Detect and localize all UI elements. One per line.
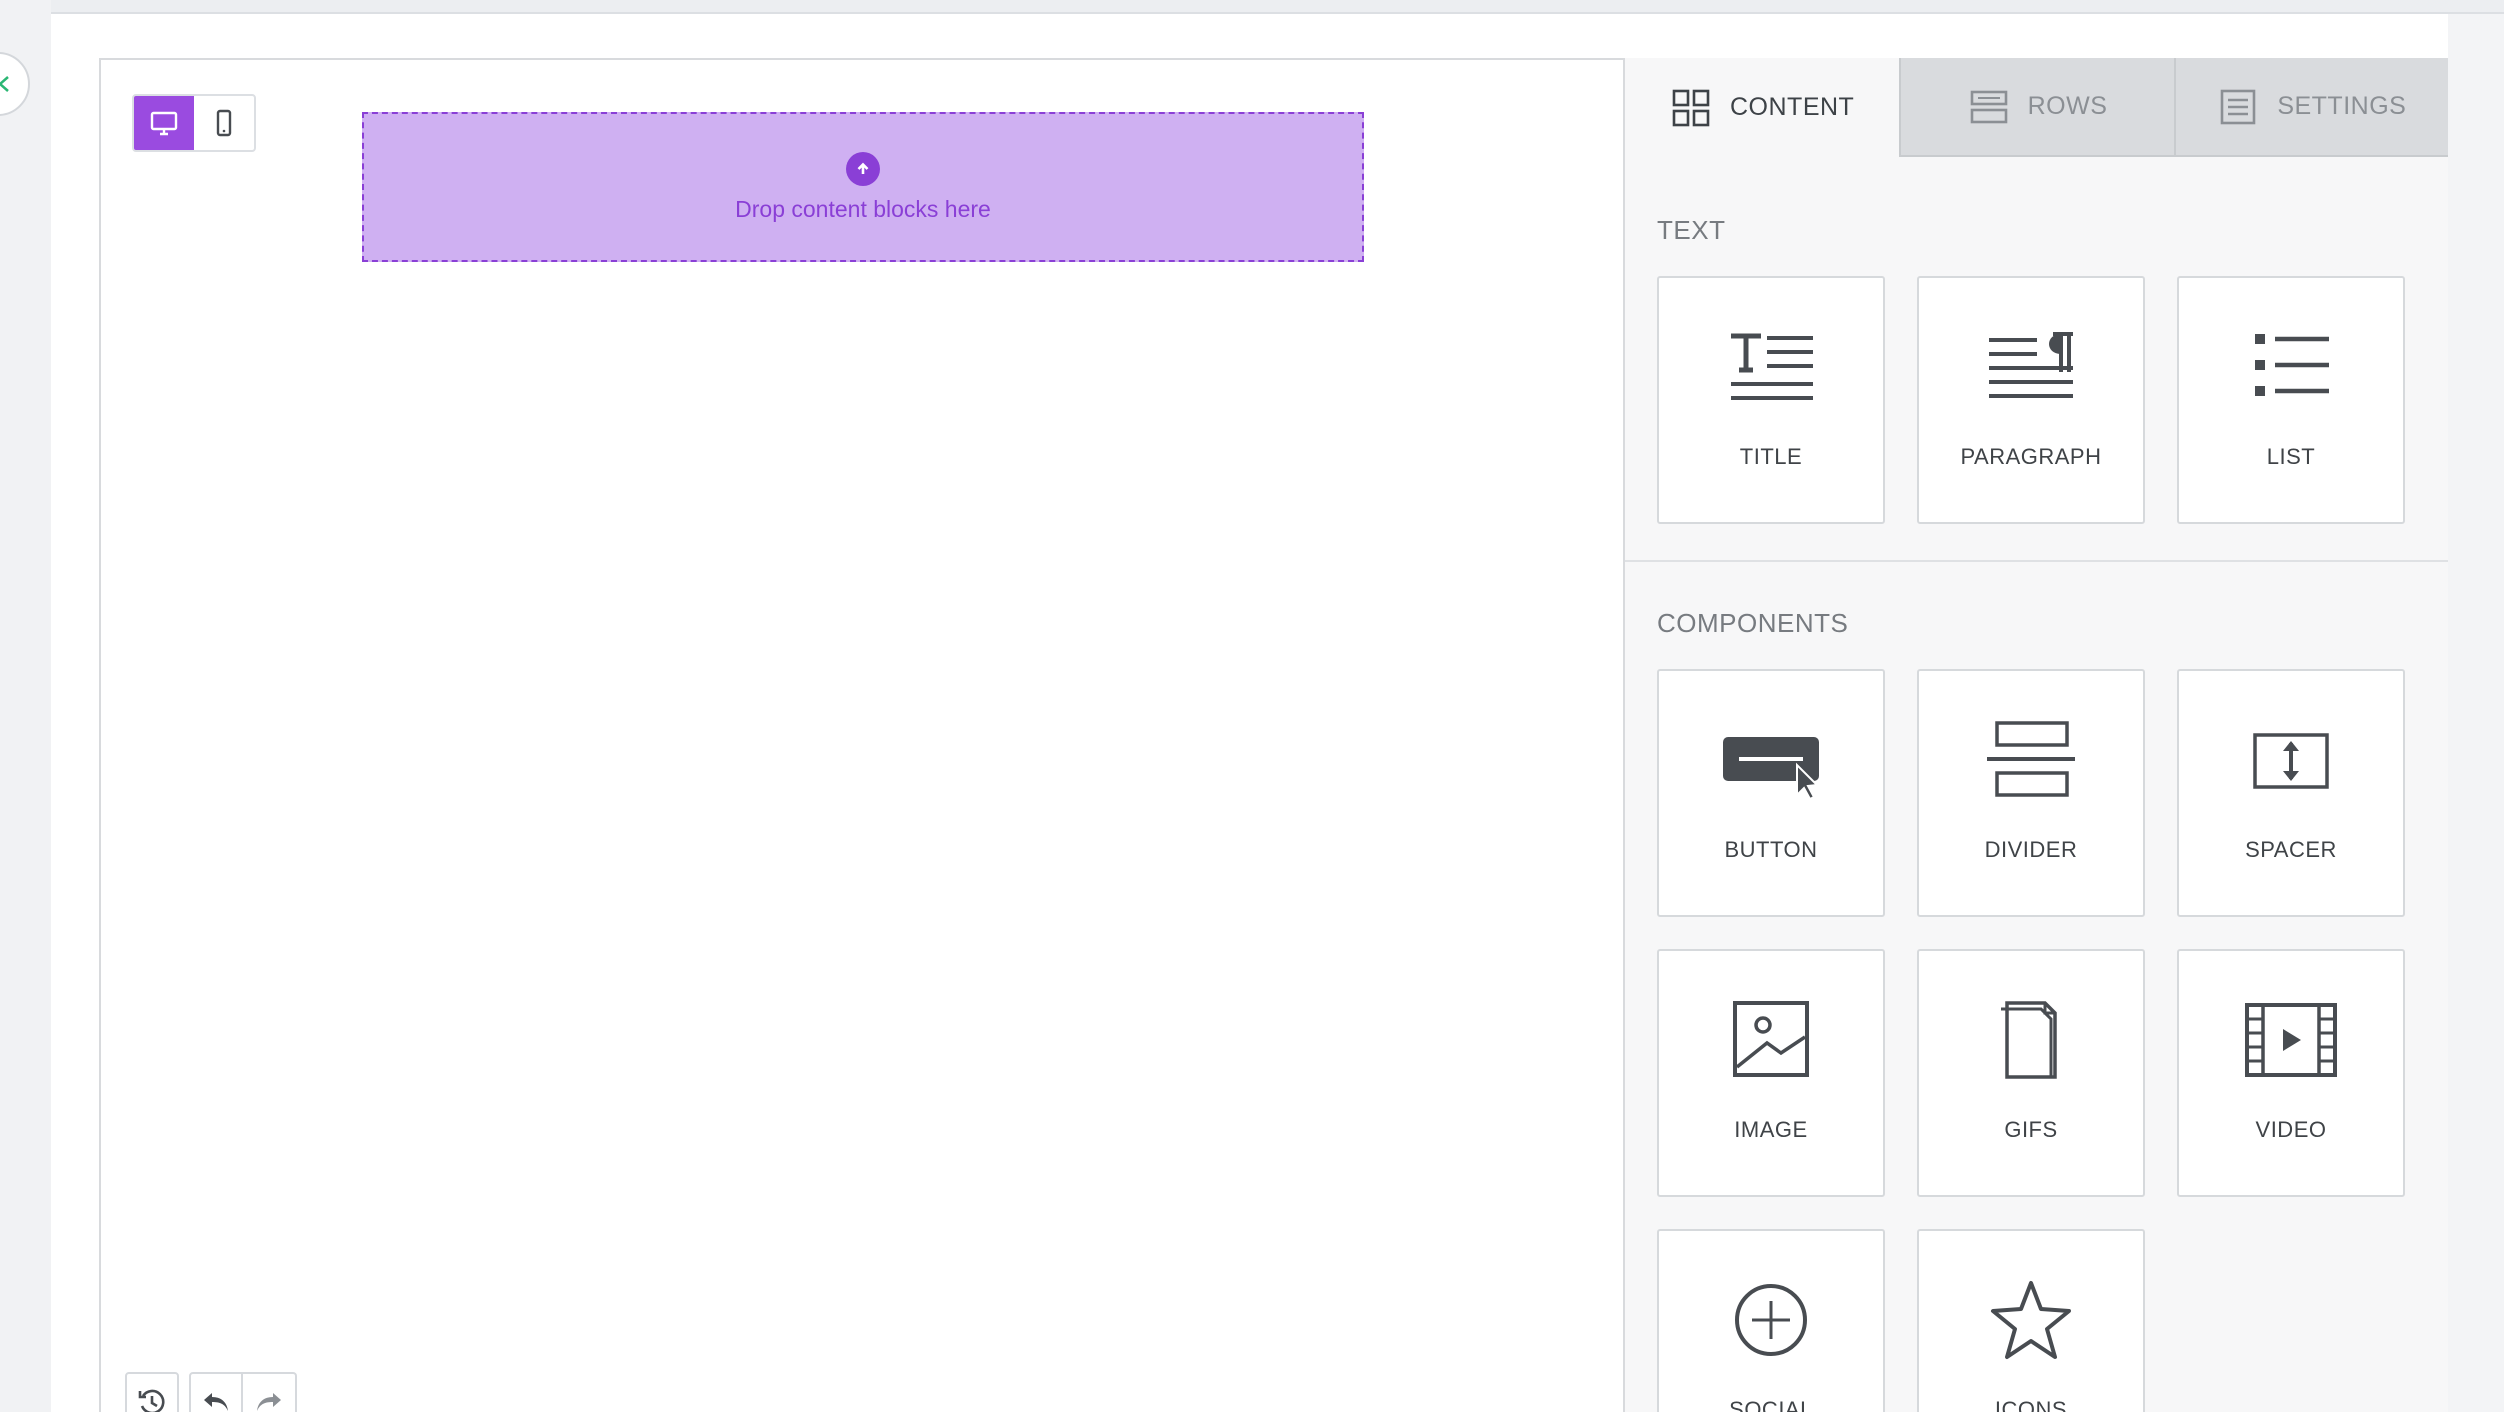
video-block[interactable]: VIDEO <box>2177 949 2405 1197</box>
redo-button[interactable] <box>243 1372 297 1412</box>
undo-redo-group <box>189 1372 297 1412</box>
spacer-block-label: SPACER <box>2245 837 2337 862</box>
components-section: COMPONENTS BUTTON DIVIDER SPACER IMAGE G… <box>1625 608 2448 1412</box>
paragraph-block-label: PARAGRAPH <box>1960 444 2102 469</box>
upload-arrow-icon <box>846 151 880 186</box>
video-block-label: VIDEO <box>2255 1117 2327 1142</box>
sidebar-tabs: CONTENT ROWS SETTINGS <box>1625 58 2448 157</box>
dropzone-text: Drop content blocks here <box>735 195 991 222</box>
title-block-label: TITLE <box>1739 444 1803 469</box>
redo-icon <box>257 1393 281 1411</box>
desktop-icon <box>150 111 178 136</box>
tab-content-label: CONTENT <box>1730 93 1855 121</box>
tab-settings[interactable]: SETTINGS <box>2173 58 2448 157</box>
star-icon <box>1991 1281 2071 1359</box>
button-block-label: BUTTON <box>1724 837 1818 862</box>
email-canvas[interactable]: Drop content blocks here <box>99 58 1624 1412</box>
device-toggle <box>132 94 256 152</box>
history-toolbar <box>125 1372 297 1412</box>
content-sidebar: CONTENT ROWS SETTINGS TEXT TITLE PARAGRA… <box>1623 58 2448 1412</box>
gifs-block[interactable]: GIFS <box>1917 949 2145 1197</box>
image-block[interactable]: IMAGE <box>1657 949 1885 1197</box>
image-block-label: IMAGE <box>1734 1117 1808 1142</box>
text-blocks-grid: TITLE PARAGRAPH LIST <box>1657 276 2416 524</box>
list-block-label: LIST <box>2266 444 2316 469</box>
components-grid: BUTTON DIVIDER SPACER IMAGE GIFS VIDEO S… <box>1657 669 2416 1412</box>
title-block[interactable]: TITLE <box>1657 276 1885 524</box>
tab-content[interactable]: CONTENT <box>1625 58 1900 157</box>
rows-icon <box>1970 90 2007 123</box>
social-block[interactable]: SOCIAL <box>1657 1229 1885 1412</box>
image-icon <box>1733 1001 1809 1077</box>
desktop-view-button[interactable] <box>134 96 194 150</box>
divider-icon <box>1987 721 2075 797</box>
chevron-left-icon <box>0 76 9 92</box>
paragraph-icon <box>1989 332 2073 398</box>
undo-button[interactable] <box>189 1372 243 1412</box>
settings-icon <box>2221 89 2256 124</box>
icons-block-label: ICONS <box>1994 1397 2068 1412</box>
tab-rows[interactable]: ROWS <box>1899 58 2174 157</box>
tab-rows-label: ROWS <box>2027 92 2108 120</box>
gifs-block-label: GIFS <box>2004 1117 2058 1142</box>
spacer-block[interactable]: SPACER <box>2177 669 2405 917</box>
section-divider <box>1625 560 2448 562</box>
history-button[interactable] <box>125 1372 179 1412</box>
mobile-view-button[interactable] <box>194 96 254 150</box>
text-section: TEXT TITLE PARAGRAPH LIST <box>1625 215 2448 524</box>
title-icon <box>1731 333 1813 400</box>
top-rule <box>0 0 2504 14</box>
components-section-title: COMPONENTS <box>1657 608 1849 638</box>
grid-icon <box>1672 89 1710 126</box>
list-icon <box>2255 334 2329 396</box>
divider-block-label: DIVIDER <box>1984 837 2078 862</box>
spacer-icon <box>2253 733 2329 789</box>
button-block[interactable]: BUTTON <box>1657 669 1885 917</box>
gifs-icon <box>2001 1001 2057 1079</box>
mobile-icon <box>216 109 232 137</box>
social-icon <box>1735 1284 1807 1356</box>
left-gutter <box>0 0 51 1412</box>
undo-icon <box>204 1393 228 1411</box>
icons-block[interactable]: ICONS <box>1917 1229 2145 1412</box>
history-icon <box>138 1389 165 1412</box>
video-icon <box>2245 1003 2337 1077</box>
dropzone[interactable]: Drop content blocks here <box>362 112 1364 262</box>
paragraph-block[interactable]: PARAGRAPH <box>1917 276 2145 524</box>
text-section-title: TEXT <box>1657 215 1726 245</box>
button-icon <box>1723 737 1820 801</box>
divider-block[interactable]: DIVIDER <box>1917 669 2145 917</box>
social-block-label: SOCIAL <box>1729 1397 1813 1412</box>
list-block[interactable]: LIST <box>2177 276 2405 524</box>
tab-settings-label: SETTINGS <box>2277 92 2407 120</box>
